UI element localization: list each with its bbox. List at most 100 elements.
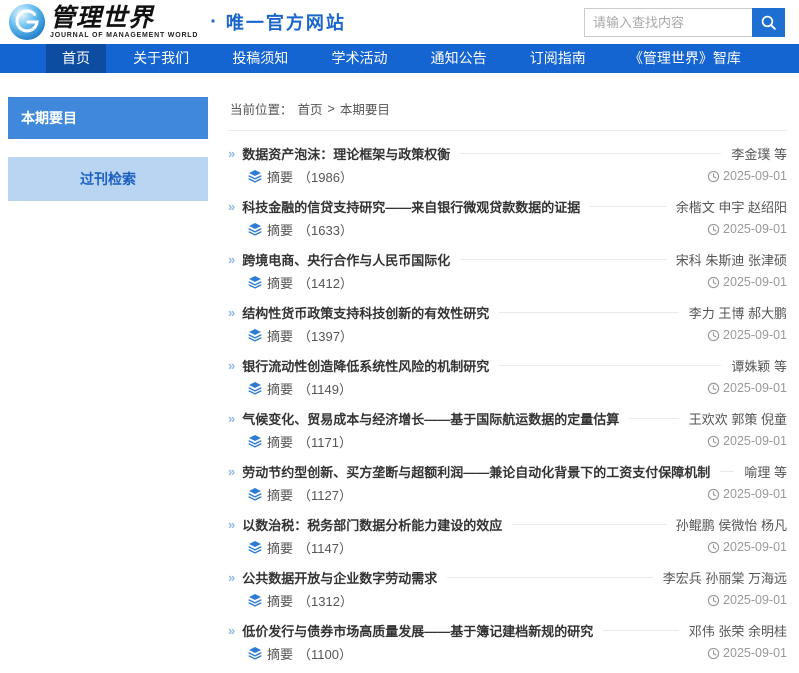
- article-authors: 李金璞 等: [731, 144, 787, 163]
- layers-icon: [248, 646, 262, 660]
- article-authors: 宋科 朱斯迪 张津硕: [676, 250, 787, 269]
- article-item: » 结构性货币政策支持科技创新的有效性研究 李力 王博 郝大鹏 摘: [228, 302, 787, 345]
- search-area: [584, 8, 785, 37]
- article-title-link[interactable]: 气候变化、贸易成本与经济增长——基于国际航运数据的定量估算: [242, 409, 619, 428]
- nav-item-about[interactable]: 关于我们: [117, 44, 205, 73]
- clock-icon: [707, 170, 720, 183]
- abstract-link[interactable]: 摘要 （1147）: [248, 538, 352, 557]
- publish-date-text: 2025-09-01: [723, 487, 787, 501]
- brand-text: 管理世界 JOURNAL OF MANAGEMENT WORLD: [50, 5, 198, 39]
- article-item: » 科技金融的信贷支持研究——来自银行微观贷款数据的证据 余楷文 申宇 赵绍阳: [228, 196, 787, 239]
- breadcrumb-home-link[interactable]: 首页: [298, 99, 323, 118]
- main-nav: 首页 关于我们 投稿须知 学术活动 通知公告 订阅指南 《管理世界》智库: [0, 44, 799, 73]
- publish-date-text: 2025-09-01: [723, 328, 787, 342]
- abstract-link[interactable]: 摘要 （1149）: [248, 379, 352, 398]
- official-site-tagline: 唯一官方网站: [226, 9, 346, 35]
- article-item: » 气候变化、贸易成本与经济增长——基于国际航运数据的定量估算 王欢欢 郭策 倪…: [228, 408, 787, 451]
- layers-icon: [248, 540, 262, 554]
- abstract-view-count: （1986）: [298, 167, 353, 186]
- abstract-link[interactable]: 摘要 （1412）: [248, 273, 353, 292]
- article-title-link[interactable]: 科技金融的信贷支持研究——来自银行微观贷款数据的证据: [242, 197, 580, 216]
- leader-divider: [629, 418, 679, 419]
- abstract-label: 摘要: [267, 432, 293, 451]
- brand-title: 管理世界: [50, 5, 198, 30]
- nav-item-academic-activities[interactable]: 学术活动: [315, 44, 403, 73]
- article-meta-row: 摘要 （1147） 2025-09-01: [228, 537, 787, 557]
- clock-icon: [707, 223, 720, 236]
- publish-date: 2025-09-01: [707, 222, 787, 236]
- layers-icon: [248, 222, 262, 236]
- publish-date-text: 2025-09-01: [723, 593, 787, 607]
- publish-date-text: 2025-09-01: [723, 222, 787, 236]
- article-authors: 李宏兵 孙丽棠 万海远: [663, 568, 787, 587]
- article-title-link[interactable]: 以数治税：税务部门数据分析能力建设的效应: [242, 515, 502, 534]
- publish-date-text: 2025-09-01: [723, 381, 787, 395]
- publish-date: 2025-09-01: [707, 169, 787, 183]
- content-area: 本期要目 过刊检索 当前位置： 首页 > 本期要目 » 数据资产泡沫：理论框架与…: [0, 73, 799, 673]
- article-authors: 余楷文 申宇 赵绍阳: [676, 197, 787, 216]
- leader-divider: [603, 630, 679, 631]
- abstract-label: 摘要: [267, 167, 293, 186]
- article-meta-row: 摘要 （1986） 2025-09-01: [228, 166, 787, 186]
- chevron-right-icon: »: [228, 147, 235, 160]
- publish-date-text: 2025-09-01: [723, 646, 787, 660]
- abstract-view-count: （1127）: [298, 485, 352, 504]
- search-icon: [760, 14, 777, 31]
- nav-item-think-tank[interactable]: 《管理世界》智库: [613, 44, 757, 73]
- brand-separator-dot: ·: [210, 11, 217, 34]
- article-authors: 邓伟 张荣 余明桂: [689, 621, 787, 640]
- article-meta-row: 摘要 （1149） 2025-09-01: [228, 378, 787, 398]
- publish-date: 2025-09-01: [707, 593, 787, 607]
- abstract-link[interactable]: 摘要 （1171）: [248, 432, 352, 451]
- article-title-link[interactable]: 低价发行与债券市场高质量发展——基于簿记建档新规的研究: [242, 621, 593, 640]
- layers-icon: [248, 487, 262, 501]
- article-title-link[interactable]: 数据资产泡沫：理论框架与政策权衡: [242, 144, 450, 163]
- sidebar-item-archive-search[interactable]: 过刊检索: [8, 157, 208, 201]
- nav-item-home[interactable]: 首页: [46, 44, 106, 73]
- leader-divider: [512, 524, 666, 525]
- breadcrumb-current: 本期要目: [340, 99, 390, 118]
- main-panel: 当前位置： 首页 > 本期要目 » 数据资产泡沫：理论框架与政策权衡 李金璞 等: [228, 97, 787, 673]
- nav-item-subscription[interactable]: 订阅指南: [514, 44, 602, 73]
- article-title-link[interactable]: 跨境电商、央行合作与人民币国际化: [242, 250, 450, 269]
- abstract-view-count: （1633）: [298, 220, 353, 239]
- search-input[interactable]: [584, 8, 752, 37]
- leader-divider: [499, 365, 721, 366]
- abstract-link[interactable]: 摘要 （1633）: [248, 220, 353, 239]
- abstract-link[interactable]: 摘要 （1127）: [248, 485, 352, 504]
- clock-icon: [707, 276, 720, 289]
- article-title-link[interactable]: 劳动节约型创新、买方垄断与超额利润——兼论自动化背景下的工资支付保障机制: [242, 462, 710, 481]
- abstract-link[interactable]: 摘要 （1986）: [248, 167, 353, 186]
- abstract-link[interactable]: 摘要 （1397）: [248, 326, 353, 345]
- article-authors: 李力 王博 郝大鹏: [689, 303, 787, 322]
- abstract-view-count: （1171）: [298, 432, 352, 451]
- abstract-label: 摘要: [267, 485, 293, 504]
- layers-icon: [248, 434, 262, 448]
- chevron-right-icon: »: [228, 571, 235, 584]
- site-logo[interactable]: 管理世界 JOURNAL OF MANAGEMENT WORLD: [8, 3, 198, 41]
- article-meta-row: 摘要 （1127） 2025-09-01: [228, 484, 787, 504]
- nav-item-submission[interactable]: 投稿须知: [216, 44, 304, 73]
- abstract-label: 摘要: [267, 379, 293, 398]
- article-authors: 喻理 等: [744, 462, 787, 481]
- clock-icon: [707, 329, 720, 342]
- article-meta-row: 摘要 （1633） 2025-09-01: [228, 219, 787, 239]
- sidebar-item-current-issue[interactable]: 本期要目: [8, 97, 208, 139]
- abstract-link[interactable]: 摘要 （1312）: [248, 591, 353, 610]
- article-title-row: » 结构性货币政策支持科技创新的有效性研究 李力 王博 郝大鹏: [228, 302, 787, 322]
- article-title-link[interactable]: 公共数据开放与企业数字劳动需求: [242, 568, 437, 587]
- publish-date-text: 2025-09-01: [723, 275, 787, 289]
- publish-date: 2025-09-01: [707, 487, 787, 501]
- layers-icon: [248, 328, 262, 342]
- article-title-link[interactable]: 结构性货币政策支持科技创新的有效性研究: [242, 303, 489, 322]
- search-button[interactable]: [752, 8, 785, 37]
- publish-date: 2025-09-01: [707, 275, 787, 289]
- abstract-view-count: （1147）: [298, 538, 352, 557]
- article-title-link[interactable]: 银行流动性创造降低系统性风险的机制研究: [242, 356, 489, 375]
- nav-item-announcements[interactable]: 通知公告: [415, 44, 503, 73]
- chevron-right-icon: »: [228, 518, 235, 531]
- article-authors: 孙鲲鹏 侯微怡 杨凡: [676, 515, 787, 534]
- clock-icon: [707, 382, 720, 395]
- clock-icon: [707, 647, 720, 660]
- brand-subtitle: JOURNAL OF MANAGEMENT WORLD: [50, 32, 198, 39]
